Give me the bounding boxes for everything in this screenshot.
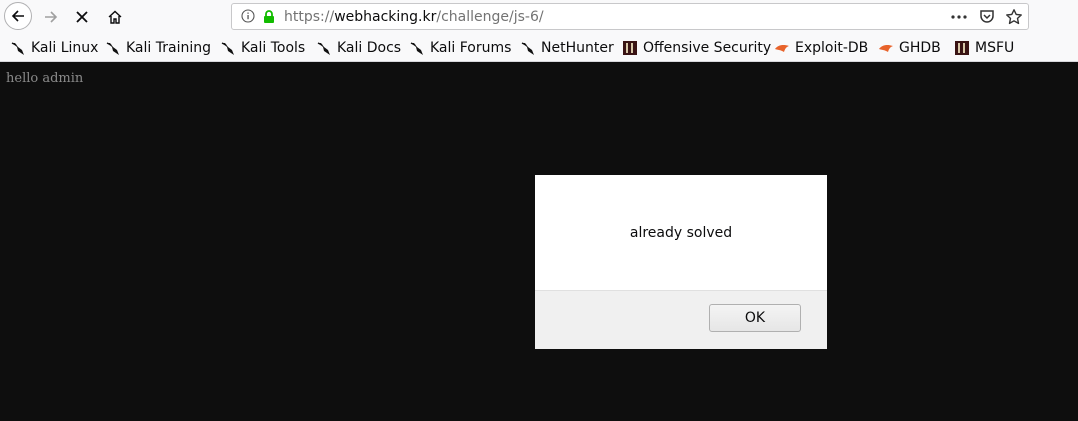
url-bar[interactable]: https://webhacking.kr/challenge/js-6/: [231, 3, 1029, 30]
home-icon: [108, 10, 122, 24]
forward-arrow-icon: [45, 11, 58, 23]
bookmark-exploit-db[interactable]: Exploit-DB: [774, 39, 868, 57]
more-actions-icon[interactable]: [950, 8, 968, 26]
info-icon[interactable]: [241, 9, 255, 23]
kali-dragon-icon: [106, 42, 119, 55]
bookmark-kali-linux[interactable]: Kali Linux: [10, 39, 98, 57]
bookmark-label: GHDB: [899, 40, 941, 56]
bookmark-label: Exploit-DB: [795, 40, 869, 56]
bookmark-msfu[interactable]: MSFU: [954, 39, 1014, 57]
kali-dragon-icon: [11, 42, 24, 55]
kali-dragon-icon: [410, 42, 423, 55]
kali-dragon-icon: [221, 42, 234, 55]
back-arrow-icon: [11, 10, 24, 22]
stop-button[interactable]: [68, 3, 96, 31]
offsec-icon: [623, 41, 637, 55]
bookmark-label: Kali Linux: [31, 40, 99, 56]
ok-button[interactable]: OK: [709, 304, 801, 332]
home-button[interactable]: [101, 3, 129, 31]
exploitdb-icon: [775, 45, 789, 52]
dialog-footer: OK: [535, 290, 827, 349]
bookmark-kali-docs[interactable]: Kali Docs: [316, 39, 401, 57]
url-text[interactable]: https://webhacking.kr/challenge/js-6/: [284, 9, 544, 25]
star-icon[interactable]: [1005, 8, 1023, 26]
pocket-icon[interactable]: [978, 8, 996, 26]
lock-icon[interactable]: [262, 9, 276, 24]
bookmarks-toolbar: Kali Linux Kali Training Kali Tools Kali…: [0, 34, 1078, 62]
bookmark-label: Kali Forums: [430, 40, 512, 56]
offsec-icon: [955, 41, 969, 55]
bookmark-label: NetHunter: [541, 40, 614, 56]
bookmark-kali-training[interactable]: Kali Training: [105, 39, 211, 57]
bookmark-ghdb[interactable]: GHDB: [878, 39, 941, 57]
alert-dialog: already solved OK: [535, 175, 827, 349]
bookmark-label: Kali Tools: [241, 40, 306, 56]
exploitdb-icon: [879, 45, 893, 52]
bookmark-kali-forums[interactable]: Kali Forums: [409, 39, 511, 57]
browser-toolbar: https://webhacking.kr/challenge/js-6/: [0, 0, 1078, 34]
bookmark-label: Kali Docs: [337, 40, 402, 56]
back-button[interactable]: [4, 2, 32, 30]
bookmark-label: Offensive Security: [643, 40, 772, 56]
forward-button[interactable]: [37, 3, 65, 31]
url-host: webhacking.kr: [334, 9, 437, 25]
url-path: /challenge/js-6/: [436, 9, 544, 25]
page-greeting: hello admin: [6, 71, 84, 86]
bookmark-kali-tools[interactable]: Kali Tools: [220, 39, 305, 57]
kali-dragon-icon: [521, 42, 534, 55]
bookmark-label: MSFU: [975, 40, 1015, 56]
close-icon: [76, 11, 88, 23]
url-scheme: https://: [284, 9, 335, 25]
bookmark-nethunter[interactable]: NetHunter: [520, 39, 614, 57]
dialog-message: already solved: [629, 225, 733, 241]
bookmark-label: Kali Training: [126, 40, 211, 56]
bookmark-offensive-security[interactable]: Offensive Security: [622, 39, 771, 57]
kali-dragon-icon: [317, 42, 330, 55]
